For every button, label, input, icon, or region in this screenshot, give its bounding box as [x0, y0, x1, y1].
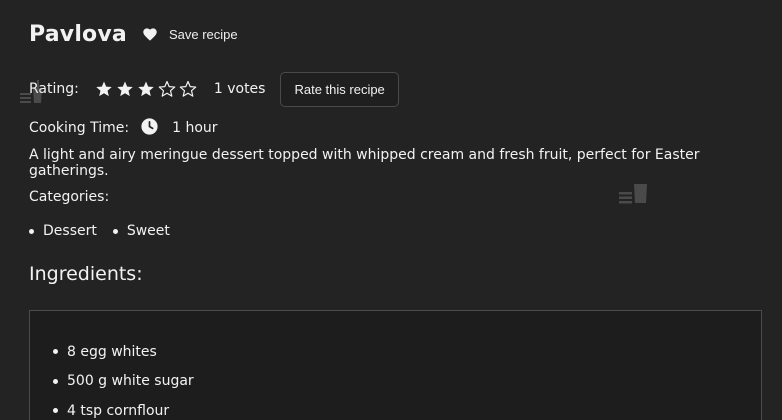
star-outline-icon[interactable]	[158, 80, 179, 98]
clock-icon	[141, 117, 158, 139]
ingredients-list: 8 egg whites 500 g white sugar 4 tsp cor…	[53, 337, 194, 420]
bullet	[53, 378, 58, 384]
ingredient-label: 4 tsp cornflour	[67, 402, 170, 419]
title-row: Pavlova Save recipe	[29, 22, 238, 47]
categories-label: Categories:	[29, 189, 110, 205]
star-filled-icon[interactable]	[95, 80, 116, 98]
rate-recipe-button[interactable]: Rate this recipe	[280, 71, 399, 107]
ingredient-item: 4 tsp cornflour	[53, 396, 194, 420]
votes-count: 1 votes	[213, 81, 266, 97]
save-recipe-button[interactable]: Save recipe	[143, 27, 238, 42]
bullet	[112, 228, 118, 234]
ingredient-label: 500 g white sugar	[67, 373, 194, 390]
cooking-time-row: Cooking Time: 1 hour	[29, 117, 218, 139]
bullet	[29, 228, 34, 234]
rating-stars[interactable]	[95, 80, 200, 98]
ingredient-item: 500 g white sugar	[53, 367, 194, 397]
star-filled-icon[interactable]	[137, 80, 158, 98]
ingredients-panel: 8 egg whites 500 g white sugar 4 tsp cor…	[29, 310, 762, 420]
cooking-time-value: 1 hour	[172, 120, 218, 136]
heart-icon	[143, 28, 157, 41]
ingredient-label: 8 egg whites	[67, 343, 157, 360]
bullet	[53, 408, 58, 414]
categories-list: Dessert Sweet	[29, 221, 186, 241]
ingredients-heading: Ingredients:	[29, 263, 143, 285]
save-recipe-label: Save recipe	[168, 27, 238, 42]
watermark-icon	[20, 78, 44, 108]
category-item: Dessert	[29, 223, 97, 239]
watermark-icon	[619, 178, 647, 208]
bullet	[53, 349, 58, 355]
star-outline-icon[interactable]	[179, 80, 200, 98]
recipe-description: A light and airy meringue dessert topped…	[29, 147, 700, 179]
cooking-time-label: Cooking Time:	[29, 120, 130, 136]
category-label: Sweet	[126, 223, 170, 239]
ingredient-item: 8 egg whites	[53, 337, 194, 367]
category-item: Sweet	[112, 223, 170, 239]
star-filled-icon[interactable]	[116, 80, 137, 98]
recipe-page: Pavlova Save recipe Rating: 1 votes Rate…	[0, 0, 782, 420]
rating-row: Rating: 1 votes Rate this recipe	[29, 71, 399, 107]
recipe-title: Pavlova	[29, 22, 127, 47]
category-label: Dessert	[43, 223, 97, 239]
